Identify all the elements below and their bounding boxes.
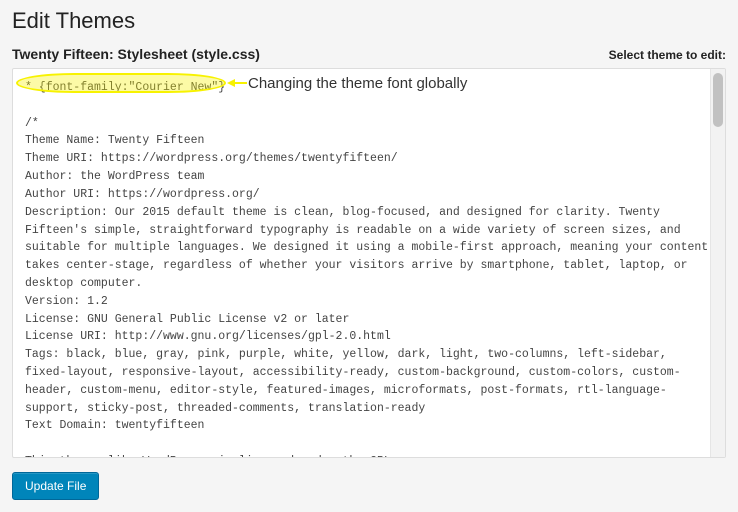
page-title: Edit Themes — [12, 8, 726, 34]
scrollbar-thumb[interactable] — [713, 73, 723, 127]
select-theme-label: Select theme to edit: — [609, 48, 726, 62]
subheader-row: Twenty Fifteen: Stylesheet (style.css) S… — [12, 46, 726, 62]
stylesheet-editor[interactable] — [13, 69, 725, 457]
update-file-button[interactable]: Update File — [12, 472, 99, 500]
theme-file-label: Twenty Fifteen: Stylesheet (style.css) — [12, 46, 260, 62]
code-editor-container: Changing the theme font globally — [12, 68, 726, 458]
